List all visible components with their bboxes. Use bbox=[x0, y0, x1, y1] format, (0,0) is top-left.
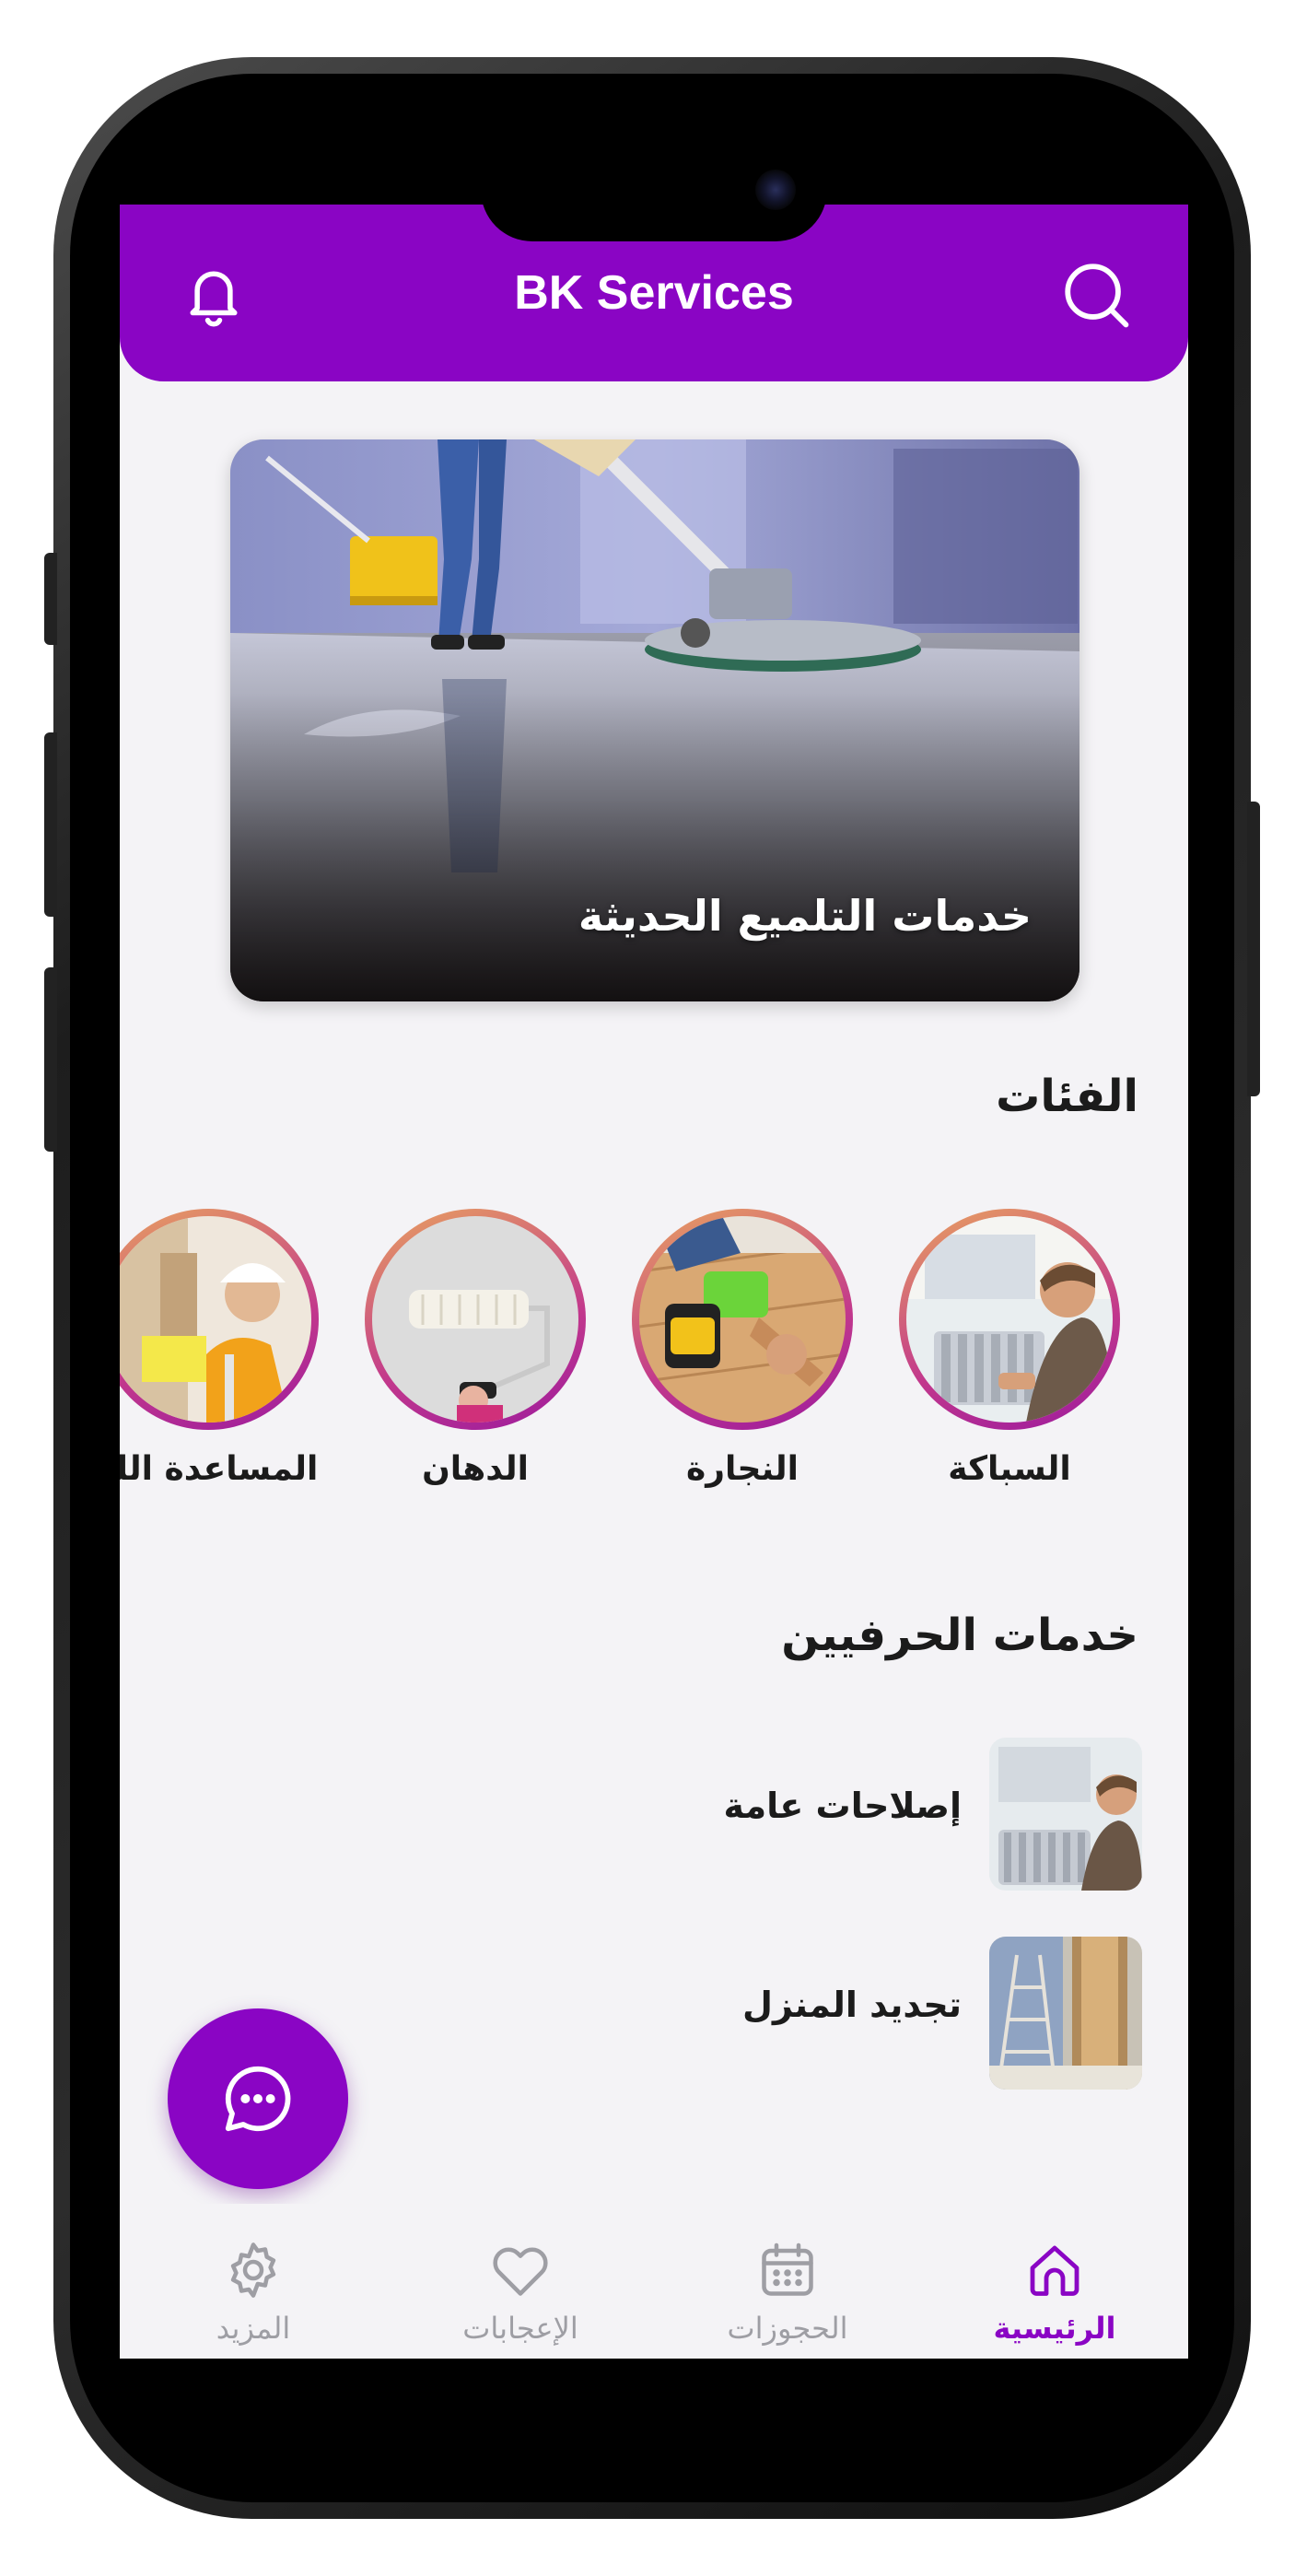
service-home-renovation[interactable]: تجديد المنزل bbox=[497, 1937, 1142, 2090]
nav-label: الحجوزات bbox=[727, 2311, 848, 2346]
chat-bubble-icon bbox=[225, 2066, 291, 2132]
app-screen: BK Services خدمات التلميع الحديثة الفئات… bbox=[120, 205, 1188, 2359]
carpentry-drill-photo bbox=[639, 1216, 846, 1423]
chat-button[interactable] bbox=[168, 2008, 348, 2189]
search-icon bbox=[1065, 263, 1129, 328]
nav-label: الإعجابات bbox=[462, 2311, 578, 2346]
heart-icon bbox=[493, 2247, 548, 2296]
nav-more[interactable]: المزيد bbox=[120, 2204, 387, 2359]
nav-label: الرئيسية bbox=[993, 2311, 1116, 2346]
bottom-navigation: الرئيسية الحجوزات الإعجابات المزيد bbox=[120, 2204, 1188, 2359]
category-carpentry[interactable]: النجارة bbox=[632, 1209, 853, 1488]
home-icon bbox=[1030, 2245, 1079, 2296]
banner-caption: خدمات التلميع الحديثة bbox=[578, 891, 1032, 941]
paint-roller-photo bbox=[372, 1216, 578, 1423]
nav-favorites[interactable]: الإعجابات bbox=[387, 2204, 654, 2359]
front-camera bbox=[755, 170, 796, 210]
app-title: BK Services bbox=[514, 266, 794, 320]
nav-home[interactable]: الرئيسية bbox=[921, 2204, 1188, 2359]
categories-title: الفئات bbox=[996, 1071, 1138, 1122]
service-label: إصلاحات عامة bbox=[723, 1786, 962, 1826]
volume-up-button bbox=[44, 732, 57, 917]
dynamic-island bbox=[481, 138, 827, 241]
categories-carousel[interactable]: السباكة النجارة الدهان المساعدة الك bbox=[120, 1209, 1188, 1488]
service-thumbnail bbox=[989, 1738, 1142, 1891]
plumber-radiator-photo bbox=[906, 1216, 1113, 1423]
calendar-icon bbox=[762, 2242, 813, 2296]
category-label: السباكة bbox=[948, 1450, 1071, 1488]
crafts-services-title: خدمات الحرفيين bbox=[781, 1610, 1138, 1661]
category-image-frame bbox=[365, 1209, 586, 1430]
renovation-ladder-photo bbox=[989, 1937, 1142, 2090]
category-electrical-help[interactable]: المساعدة الك bbox=[120, 1209, 319, 1488]
search-button[interactable] bbox=[1057, 256, 1135, 334]
nav-bookings[interactable]: الحجوزات bbox=[654, 2204, 921, 2359]
service-label: تجديد المنزل bbox=[742, 1985, 962, 2025]
category-label: المساعدة الك bbox=[120, 1450, 319, 1488]
category-label: النجارة bbox=[686, 1450, 799, 1488]
construction-worker-photo bbox=[120, 1216, 311, 1423]
gear-icon bbox=[230, 2242, 276, 2298]
service-thumbnail bbox=[989, 1937, 1142, 2090]
promo-banner[interactable]: خدمات التلميع الحديثة bbox=[230, 439, 1079, 1001]
action-button bbox=[44, 553, 57, 645]
category-image-frame bbox=[120, 1209, 319, 1430]
nav-label: المزيد bbox=[216, 2311, 291, 2346]
volume-down-button bbox=[44, 967, 57, 1152]
power-button bbox=[1247, 802, 1260, 1096]
category-plumbing[interactable]: السباكة bbox=[899, 1209, 1120, 1488]
category-image-frame bbox=[899, 1209, 1120, 1430]
service-general-repairs[interactable]: إصلاحات عامة bbox=[497, 1738, 1142, 1891]
category-painting[interactable]: الدهان bbox=[365, 1209, 586, 1488]
category-label: الدهان bbox=[422, 1450, 529, 1488]
plumber-radiator-photo bbox=[989, 1738, 1142, 1891]
category-image-frame bbox=[632, 1209, 853, 1430]
